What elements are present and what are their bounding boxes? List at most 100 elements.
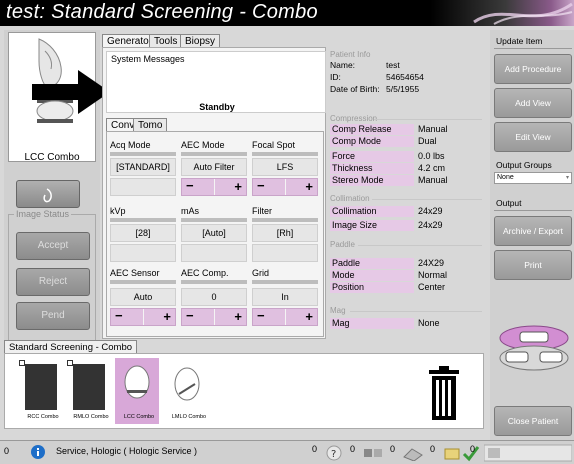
prop-row[interactable]: Collimation 24x29 — [330, 206, 480, 217]
grid-bar — [252, 280, 318, 284]
acq-mode-value[interactable]: [STANDARD] — [110, 158, 176, 176]
aec-comp-value[interactable]: 0 — [181, 288, 247, 306]
thumbnail-label: LMLO Combo — [171, 414, 207, 420]
grid-value[interactable]: In — [252, 288, 318, 306]
prop-name: Mag — [330, 318, 414, 329]
implant-icon — [43, 188, 52, 203]
prop-row[interactable]: Comp Mode Dual — [330, 136, 480, 147]
focal-spot-value[interactable]: LFS — [252, 158, 318, 176]
patient-dob: 5/5/1955 — [386, 84, 420, 94]
prop-row[interactable]: Image Size 24x29 — [330, 220, 480, 231]
thumbnail-lmlo[interactable]: LMLO Combo — [165, 360, 207, 422]
tab-biopsy[interactable]: Biopsy — [180, 34, 221, 48]
system-messages-box: System Messages Standby — [106, 51, 326, 113]
image-status-label: Image Status — [14, 209, 72, 219]
thumbnail-label: LCC Combo — [123, 414, 155, 420]
aec-sensor-stepper: − + — [110, 308, 176, 326]
tab-tomo[interactable]: Tomo — [133, 118, 168, 132]
prop-value: Manual — [418, 124, 448, 134]
aec-comp-increase-button[interactable]: + — [234, 309, 242, 324]
close-patient-button[interactable]: Close Patient — [494, 406, 572, 436]
prop-value: 24x29 — [418, 220, 443, 230]
kvp-value[interactable]: [28] — [110, 224, 176, 242]
tab-tools[interactable]: Tools — [149, 34, 183, 48]
svg-text:?: ? — [331, 449, 336, 460]
printer-queue-icon[interactable] — [402, 445, 424, 461]
filter-value[interactable]: [Rh] — [252, 224, 318, 242]
aec-mode-bar — [181, 152, 247, 156]
compression-divider — [374, 119, 482, 120]
add-procedure-button[interactable]: Add Procedure — [494, 54, 572, 84]
status-count: 0 — [430, 444, 436, 454]
pend-button[interactable]: Pend — [16, 302, 90, 330]
prop-name: Comp Release — [330, 124, 414, 135]
breast-view-icon — [124, 365, 150, 399]
paddle-label: Paddle — [330, 240, 355, 249]
prop-row[interactable]: Stereo Mode Manual — [330, 175, 480, 186]
aec-sensor-decrease-button[interactable]: − — [115, 308, 123, 323]
grid-stepper: − + — [252, 308, 318, 326]
prop-row[interactable]: Paddle 24X29 — [330, 258, 480, 269]
system-messages-label: System Messages — [111, 54, 185, 64]
rcc-image — [25, 364, 57, 410]
procedure-thumbnails: RCC Combo RMLO Combo LCC Combo LMLO Comb… — [4, 353, 484, 429]
edit-view-button[interactable]: Edit View — [494, 122, 572, 152]
focal-spot-increase-button[interactable]: + — [305, 179, 313, 194]
patient-info-label: Patient Info — [330, 50, 371, 59]
acq-mode-label: Acq Mode — [110, 140, 151, 150]
aec-sensor-increase-button[interactable]: + — [163, 309, 171, 324]
aec-comp-label: AEC Comp. — [181, 268, 229, 278]
aec-comp-bar — [181, 280, 247, 284]
prop-row[interactable]: Mode Normal — [330, 270, 480, 281]
trash-icon[interactable] — [427, 366, 461, 422]
prop-value: 0.0 lbs — [418, 151, 445, 161]
aec-mode-increase-button[interactable]: + — [234, 179, 242, 194]
prop-row[interactable]: Thickness 4.2 cm — [330, 163, 480, 174]
mag-divider — [350, 311, 482, 312]
status-count: 0 — [4, 446, 10, 456]
prop-name: Collimation — [330, 206, 414, 217]
folder-icon[interactable] — [444, 445, 460, 461]
system-tray-icon[interactable] — [484, 443, 572, 463]
prop-name: Image Size — [330, 220, 414, 231]
thumbnail-rcc[interactable]: RCC Combo — [19, 360, 61, 422]
collimation-label: Collimation — [330, 194, 370, 203]
mas-value[interactable]: [Auto] — [181, 224, 247, 242]
aec-mode-value[interactable]: Auto Filter — [181, 158, 247, 176]
update-item-label: Update Item — [496, 36, 543, 46]
acq-mode-bar — [110, 152, 176, 156]
prop-row[interactable]: Position Center — [330, 282, 480, 293]
output-groups-select[interactable]: None ▾ — [494, 172, 572, 184]
implant-button[interactable] — [16, 180, 80, 208]
paddle-shift-button[interactable] — [496, 324, 572, 372]
prop-row[interactable]: Force 0.0 lbs — [330, 151, 480, 162]
aec-sensor-value[interactable]: Auto — [110, 288, 176, 306]
filter-stepper — [252, 244, 318, 262]
mas-label: mAs — [181, 206, 199, 216]
add-view-button[interactable]: Add View — [494, 88, 572, 118]
prop-row[interactable]: Mag None — [330, 318, 480, 329]
print-button[interactable]: Print — [494, 250, 572, 280]
accept-button[interactable]: Accept — [16, 232, 90, 260]
patient-id: 54654654 — [386, 72, 424, 82]
focal-spot-decrease-button[interactable]: − — [257, 178, 265, 193]
prop-row[interactable]: Comp Release Manual — [330, 124, 480, 135]
grid-increase-button[interactable]: + — [305, 309, 313, 324]
phone-icon[interactable]: ? — [326, 445, 342, 461]
network-icon[interactable] — [362, 445, 384, 461]
collimation-divider — [372, 199, 482, 200]
thumbnail-rmlo[interactable]: RMLO Combo — [67, 360, 109, 422]
output-divider — [494, 210, 572, 211]
prop-value: Dual — [418, 136, 437, 146]
prop-name: Stereo Mode — [330, 175, 414, 186]
aec-comp-decrease-button[interactable]: − — [186, 308, 194, 323]
info-icon[interactable] — [30, 444, 46, 460]
procedure-tab[interactable]: Standard Screening - Combo — [4, 340, 138, 354]
focal-spot-label: Focal Spot — [252, 140, 296, 150]
archive-export-button[interactable]: Archive / Export — [494, 216, 572, 246]
kvp-stepper — [110, 244, 176, 262]
reject-button[interactable]: Reject — [16, 268, 90, 296]
grid-decrease-button[interactable]: − — [257, 308, 265, 323]
aec-mode-decrease-button[interactable]: − — [186, 178, 194, 193]
thumbnail-lcc-selected[interactable]: LCC Combo — [115, 358, 159, 424]
